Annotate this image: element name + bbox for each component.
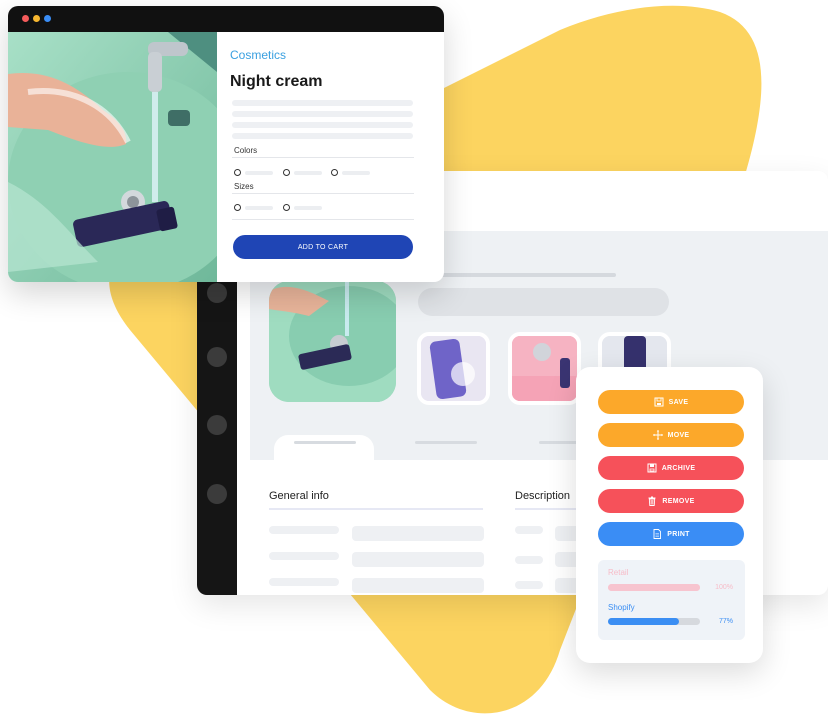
color-option-skeleton — [342, 171, 370, 175]
gallery-title-skeleton — [420, 273, 616, 277]
color-option-radio[interactable] — [331, 169, 338, 176]
save-label: SAVE — [668, 398, 689, 406]
move-icon — [652, 430, 663, 440]
channel-stats: Retail 100% Shopify 77% — [598, 560, 745, 640]
maximize-dot[interactable] — [44, 15, 51, 22]
remove-button[interactable]: REMOVE — [598, 489, 744, 513]
actions-panel: SAVE MOVE ARCHIVE REMOVE PRINT Retail 10… — [576, 367, 763, 663]
divider — [232, 219, 414, 220]
trash-icon — [648, 496, 656, 506]
retail-value: 100% — [715, 584, 733, 591]
print-label: PRINT — [667, 530, 690, 538]
field-label-skeleton — [269, 552, 339, 560]
sizes-label: Sizes — [234, 182, 254, 191]
archive-icon — [647, 463, 657, 473]
save-icon — [654, 397, 664, 407]
add-to-cart-button[interactable]: ADD TO CART — [233, 235, 413, 259]
window-titlebar — [8, 6, 444, 32]
colors-label: Colors — [234, 146, 258, 155]
gallery-input-skeleton — [418, 288, 669, 316]
retail-progress-fill — [608, 584, 700, 591]
text-skeleton — [232, 133, 413, 139]
size-option-skeleton — [294, 206, 322, 210]
main-product-image[interactable] — [269, 281, 396, 402]
color-option-radio[interactable] — [283, 169, 290, 176]
move-button[interactable]: MOVE — [598, 423, 744, 447]
text-skeleton — [232, 100, 413, 106]
description-skeleton — [515, 556, 543, 564]
size-option-skeleton — [245, 206, 273, 210]
text-skeleton — [232, 122, 413, 128]
tab-skeleton[interactable] — [539, 441, 579, 444]
archive-button[interactable]: ARCHIVE — [598, 456, 744, 480]
rail-button[interactable] — [207, 415, 227, 435]
tab-skeleton[interactable] — [415, 441, 477, 444]
text-skeleton — [232, 111, 413, 117]
archive-label: ARCHIVE — [661, 464, 696, 472]
print-button[interactable]: PRINT — [598, 522, 744, 546]
product-category[interactable]: Cosmetics — [230, 48, 286, 62]
description-heading: Description — [515, 490, 571, 502]
color-option-skeleton — [245, 171, 273, 175]
description-skeleton — [515, 526, 543, 534]
product-card-window: Cosmetics Night cream Colors Sizes ADD T… — [8, 6, 444, 282]
color-option-skeleton — [294, 171, 322, 175]
rail-button[interactable] — [207, 283, 227, 303]
retail-label: Retail — [608, 568, 629, 577]
shopify-progress — [608, 618, 700, 625]
close-dot[interactable] — [22, 15, 29, 22]
field-label-skeleton — [269, 578, 339, 586]
general-info-heading: General info — [269, 490, 329, 502]
rail-button[interactable] — [207, 347, 227, 367]
thumbnail-image[interactable] — [417, 332, 490, 405]
product-title: Night cream — [230, 73, 323, 90]
retail-progress — [608, 584, 700, 591]
general-info-rule — [269, 508, 483, 510]
remove-label: REMOVE — [662, 497, 695, 505]
document-icon — [653, 529, 662, 539]
tab-skeleton — [294, 441, 356, 444]
rail-button[interactable] — [207, 484, 227, 504]
field-value-skeleton[interactable] — [352, 552, 484, 567]
field-value-skeleton[interactable] — [352, 578, 484, 593]
thumbnail-image[interactable] — [508, 332, 581, 405]
divider — [232, 193, 414, 194]
divider — [232, 157, 414, 158]
move-label: MOVE — [667, 431, 690, 439]
product-photo — [8, 32, 217, 282]
save-button[interactable]: SAVE — [598, 390, 744, 414]
field-label-skeleton — [269, 526, 339, 534]
description-rule — [515, 508, 585, 510]
minimize-dot[interactable] — [33, 15, 40, 22]
active-tab[interactable] — [274, 435, 374, 460]
field-value-skeleton[interactable] — [352, 526, 484, 541]
shopify-label: Shopify — [608, 603, 635, 612]
size-option-radio[interactable] — [283, 204, 290, 211]
color-option-radio[interactable] — [234, 169, 241, 176]
shopify-value: 77% — [718, 618, 733, 625]
size-option-radio[interactable] — [234, 204, 241, 211]
description-skeleton — [515, 581, 543, 589]
shopify-progress-fill — [608, 618, 679, 625]
